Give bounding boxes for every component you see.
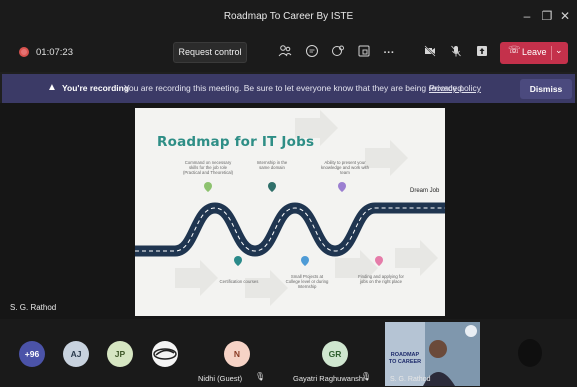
meeting-toolbar: 01:07:23 Request control ··· ☏ Leave ⌄ — [0, 34, 577, 72]
rooms-icon[interactable] — [355, 44, 373, 62]
privacy-policy-link[interactable]: Privacy policy — [429, 83, 481, 93]
road-path — [135, 202, 445, 257]
participant-avatar-aj[interactable]: AJ — [63, 341, 89, 367]
title-bar: Roadmap To Career By ISTE – ❐ ✕ — [0, 0, 577, 34]
participant-name-gayatri: Gayatri Raghuwanshi — [293, 374, 365, 383]
camera-preview-tile[interactable] — [518, 339, 542, 367]
share-screen-icon[interactable] — [473, 44, 491, 62]
chevron-down-icon[interactable]: ⌄ — [555, 45, 563, 56]
note-certification: Certification courses — [219, 279, 259, 284]
note-job-search: Finding and applying for jobs on the rig… — [358, 274, 404, 284]
mic-muted-icon: 🎙 — [255, 372, 266, 381]
participant-avatar-n[interactable]: N — [224, 341, 250, 367]
slide-title: Roadmap for IT Jobs — [157, 134, 315, 150]
shared-slide: Roadmap for IT Jobs Command on necessary… — [135, 108, 445, 316]
teams-meeting-window: Roadmap To Career By ISTE – ❐ ✕ 01:07:23… — [0, 0, 577, 387]
note-internship: Internship in the same domain — [256, 160, 288, 170]
participant-avatar-logo[interactable] — [152, 341, 178, 367]
mic-muted-icon: 🎙 — [361, 372, 372, 381]
mic-off-icon[interactable] — [447, 44, 465, 62]
dream-job-label: Dream Job — [410, 188, 440, 194]
chat-icon[interactable] — [303, 44, 321, 62]
more-options-icon[interactable]: ··· — [380, 44, 398, 62]
presenter-name-label: S. G. Rathod — [10, 303, 57, 312]
leave-button[interactable]: ☏ Leave ⌄ — [500, 42, 568, 64]
minimize-icon[interactable]: – — [518, 7, 536, 25]
participant-video-tile[interactable]: ROADMAP TO CAREER S. G. Rathod — [385, 322, 480, 386]
note-teamwork: Ability to present your knowledge and wo… — [320, 160, 369, 175]
reactions-icon[interactable] — [329, 44, 347, 62]
meeting-timer: 01:07:23 — [36, 47, 73, 58]
leave-label: Leave — [522, 47, 547, 57]
maximize-icon[interactable]: ❐ — [538, 7, 556, 25]
shared-content-stage: Roadmap for IT Jobs Command on necessary… — [0, 103, 577, 319]
participants-icon[interactable] — [276, 44, 294, 62]
recording-banner-message: You are recording this meeting. Be sure … — [124, 83, 465, 93]
participant-overflow-count[interactable]: +96 — [19, 341, 45, 367]
phone-hangup-icon: ☏ — [508, 45, 521, 56]
leave-divider — [551, 46, 552, 60]
video-participant-name: S. G. Rathod — [390, 376, 431, 383]
recording-banner: ▲ You're recording You are recording thi… — [2, 74, 575, 103]
window-title: Roadmap To Career By ISTE — [223, 11, 354, 22]
note-skills: Command on necessary skills for the job … — [182, 160, 234, 175]
participant-name-nidhi: Nidhi (Guest) — [198, 374, 243, 383]
video-caption: ROADMAP TO CAREER — [388, 352, 422, 365]
participant-avatar-jp[interactable]: JP — [107, 341, 133, 367]
participant-strip: +96 AJ JP N Nidhi (Guest) 🎙 GR Gayatri R… — [0, 319, 577, 387]
camera-off-icon[interactable] — [421, 44, 439, 62]
dismiss-button[interactable]: Dismiss — [520, 79, 572, 99]
close-icon[interactable]: ✕ — [556, 7, 574, 25]
participant-avatar-gr[interactable]: GR — [322, 341, 348, 367]
recording-banner-title: You're recording — [62, 83, 130, 93]
recording-indicator-icon — [19, 47, 29, 57]
request-control-button[interactable]: Request control — [173, 42, 247, 63]
note-projects: Small Projects at College level or durin… — [285, 274, 329, 289]
warning-icon: ▲ — [47, 82, 57, 93]
